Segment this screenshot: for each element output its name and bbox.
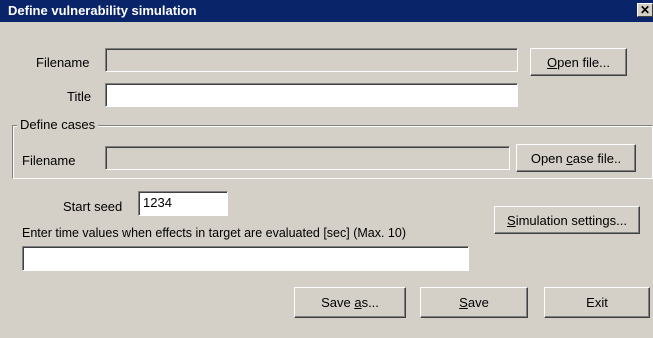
open-file-button[interactable]: Open file... xyxy=(530,48,627,76)
exit-button[interactable]: Exit xyxy=(544,287,650,318)
open-case-file-button[interactable]: Open c ase file.. xyxy=(516,144,636,172)
save-as-label-pre: Save xyxy=(321,295,355,310)
open-case-file-label-pre: Open xyxy=(530,150,567,166)
close-button[interactable]: ✕ xyxy=(637,3,653,17)
open-file-label: pen file... xyxy=(557,54,610,70)
start-seed-field[interactable]: 1234 xyxy=(138,191,228,216)
case-filename-label: Filename xyxy=(22,153,76,168)
open-file-mnemonic: O xyxy=(547,54,558,70)
window-title: Define vulnerability simulation xyxy=(8,3,197,18)
save-label: ave xyxy=(467,295,489,310)
filename-field[interactable] xyxy=(105,48,518,72)
define-cases-group-label: Define cases xyxy=(17,117,99,132)
title-label: Title xyxy=(67,89,92,104)
save-mnemonic: S xyxy=(459,295,468,310)
simulation-settings-button[interactable]: Simulation settings... xyxy=(494,206,640,234)
time-values-label: Enter time values when effects in target… xyxy=(22,226,406,240)
save-as-mnemonic: a xyxy=(354,295,362,310)
close-icon: ✕ xyxy=(639,3,651,17)
time-values-field[interactable] xyxy=(22,246,469,271)
save-as-label-rest: s... xyxy=(361,295,379,310)
case-filename-field[interactable] xyxy=(105,146,510,170)
save-button[interactable]: Save xyxy=(420,287,528,318)
simulation-settings-mnemonic: S xyxy=(507,212,516,228)
open-case-file-label-rest: ase file.. xyxy=(572,150,622,166)
save-as-button[interactable]: Save a s... xyxy=(294,287,406,318)
exit-label: Exit xyxy=(586,295,608,310)
title-bar: Define vulnerability simulation ✕ xyxy=(0,0,653,22)
dialog-window: Define vulnerability simulation ✕ Filena… xyxy=(0,0,653,338)
filename-label: Filename xyxy=(36,55,90,70)
simulation-settings-label: imulation settings... xyxy=(515,212,627,228)
start-seed-label: Start seed xyxy=(63,199,123,214)
title-field[interactable] xyxy=(105,83,518,107)
